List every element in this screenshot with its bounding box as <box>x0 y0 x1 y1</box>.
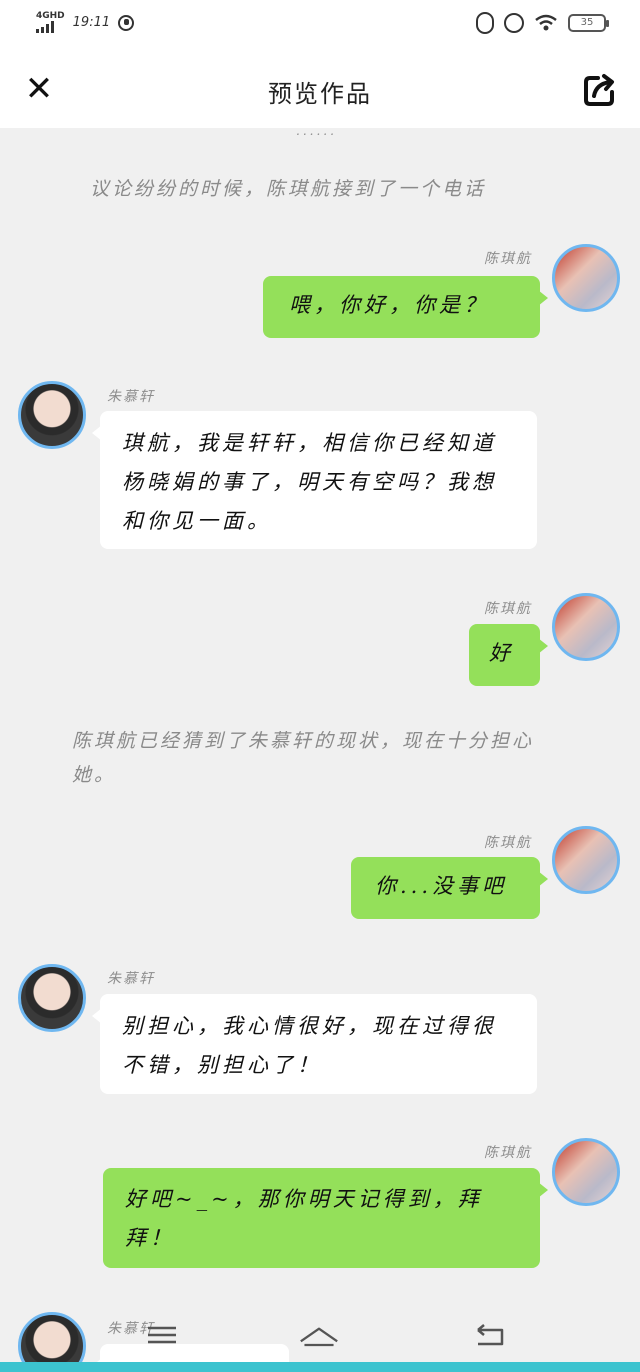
message-bubble-left: 别担心，我心情很好，现在过得很不错，别担心了！ <box>92 994 537 1094</box>
globe-icon <box>118 14 135 31</box>
speaker-name: 陈琪航 <box>484 835 532 851</box>
message-bubble-right: 喂，你好，你是？ <box>263 276 548 338</box>
status-time: 19:11 <box>72 15 111 30</box>
speaker-name: 陈琪航 <box>484 1145 532 1161</box>
back-icon[interactable] <box>470 1320 510 1350</box>
avatar[interactable] <box>18 381 86 449</box>
story-preview[interactable]: ...... 议论纷纷的时候，陈琪航接到了一个电话 陈琪航 喂，你好，你是？ 朱… <box>0 128 640 1372</box>
bottom-accent-bar <box>0 1362 640 1372</box>
battery-icon: 35 <box>568 14 609 32</box>
narration-text: 议论纷纷的时候，陈琪航接到了一个电话 <box>90 178 487 200</box>
message-bubble-right: 你...没事吧 <box>351 857 548 919</box>
message-bubble-right: 好吧~_~，那你明天记得到，拜拜！ <box>103 1168 548 1268</box>
alarm-icon <box>504 13 524 33</box>
home-icon[interactable] <box>299 1320 339 1350</box>
speaker-name: 陈琪航 <box>484 601 532 617</box>
signal-indicator: 4GHD <box>36 12 65 33</box>
network-type: 4GHD <box>36 11 65 21</box>
menu-icon[interactable] <box>142 1320 182 1350</box>
preview-header: ✕ 预览作品 <box>0 50 640 128</box>
bluetooth-icon <box>476 12 494 34</box>
avatar[interactable] <box>552 826 620 894</box>
page-title: 预览作品 <box>268 80 372 108</box>
message-bubble-left: 琪航，我是轩轩，相信你已经知道杨晓娟的事了，明天有空吗？我想和你见一面。 <box>92 411 537 549</box>
status-right: 35 <box>476 12 609 34</box>
share-icon[interactable] <box>580 70 620 110</box>
speaker-name: 朱慕轩 <box>107 389 155 405</box>
wifi-icon <box>535 14 557 31</box>
avatar[interactable] <box>552 1138 620 1206</box>
message-bubble-right: 好 <box>469 624 548 686</box>
status-bar: 4GHD 19:11 35 <box>0 0 640 50</box>
avatar[interactable] <box>552 593 620 661</box>
avatar[interactable] <box>552 244 620 312</box>
status-left: 4GHD 19:11 <box>36 12 135 33</box>
speaker-name: 陈琪航 <box>484 251 532 267</box>
signal-bars-icon <box>36 21 65 33</box>
narration-text: 陈琪航已经猜到了朱慕轩的现状，现在十分担心她。 <box>72 730 535 786</box>
speaker-name: 朱慕轩 <box>107 971 155 987</box>
avatar[interactable] <box>18 964 86 1032</box>
narration-fragment: ...... <box>296 128 337 138</box>
